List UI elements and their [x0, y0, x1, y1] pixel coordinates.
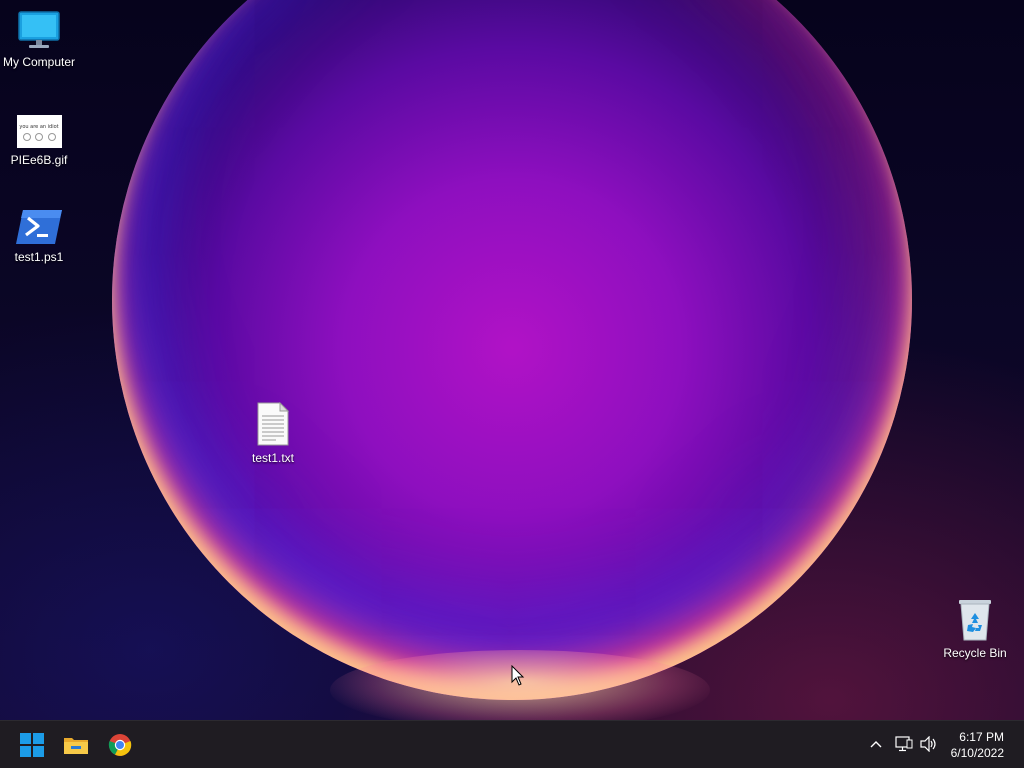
desktop-icon-label: My Computer [2, 55, 76, 69]
recycle-bin-icon [959, 600, 991, 641]
gif-thumbnail-icon: you are an idiot [16, 115, 62, 148]
clock-time: 6:17 PM [959, 730, 1004, 744]
volume-button[interactable] [918, 733, 940, 755]
clock-date: 6/10/2022 [950, 746, 1004, 760]
folder-icon [64, 738, 88, 754]
monitor-icon [18, 11, 60, 48]
chevron-up-icon [870, 741, 882, 748]
desktop-icon-label: test1.ps1 [14, 250, 64, 264]
desktop-icon-label: PIEe6B.gif [10, 153, 68, 167]
powershell-icon [16, 210, 62, 244]
windows-logo-icon [20, 733, 44, 757]
clock[interactable]: 6:17 PM 6/10/2022 [951, 729, 1004, 761]
wallpaper-orb [112, 0, 912, 700]
network-button[interactable] [893, 733, 915, 755]
desktop-icon-text-file[interactable]: test1.txt [234, 402, 312, 465]
start-button[interactable] [14, 727, 50, 763]
volume-icon [920, 736, 936, 752]
mouse-pointer-icon [511, 665, 525, 686]
chrome-button[interactable] [102, 727, 138, 763]
taskbar: 6:17 PM 6/10/2022 [0, 720, 1024, 768]
chrome-icon [108, 734, 132, 756]
file-explorer-button[interactable] [58, 727, 94, 763]
text-file-icon [257, 402, 290, 446]
gif-thumbnail-text: you are an idiot [19, 124, 59, 130]
show-hidden-icons-button[interactable] [865, 733, 887, 755]
network-icon [895, 736, 913, 752]
desktop-icon-powershell-script[interactable]: test1.ps1 [0, 209, 78, 264]
desktop-icon-gif-file[interactable]: you are an idiot PIEe6B.gif [0, 115, 78, 167]
desktop-icon-recycle-bin[interactable]: Recycle Bin [936, 597, 1014, 660]
desktop-icon-label: Recycle Bin [943, 646, 1007, 660]
desktop-wallpaper [0, 0, 1024, 720]
desktop-icon-my-computer[interactable]: My Computer [0, 10, 78, 69]
desktop-icon-label: test1.txt [251, 451, 295, 465]
